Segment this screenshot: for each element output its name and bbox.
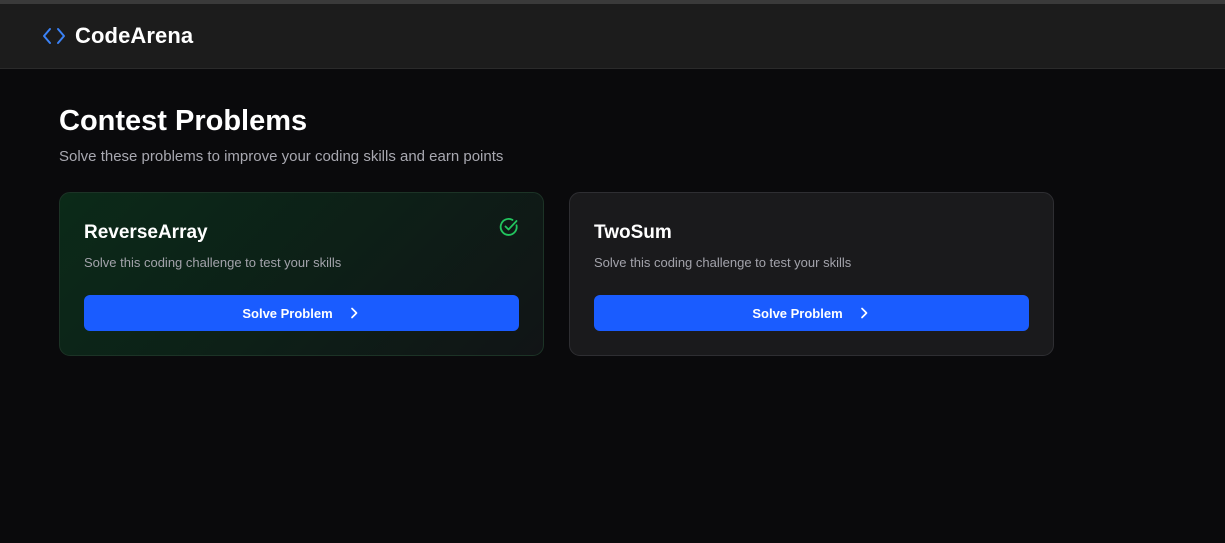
chevron-right-icon: [857, 306, 871, 320]
navbar: CodeArena: [0, 4, 1225, 69]
solve-problem-button[interactable]: Solve Problem: [84, 295, 519, 331]
problem-list: ReverseArray Solve this coding challenge…: [59, 192, 1159, 356]
main-content: Contest Problems Solve these problems to…: [59, 103, 1159, 356]
chevron-right-icon: [347, 306, 361, 320]
solve-problem-button[interactable]: Solve Problem: [594, 295, 1029, 331]
problem-description: Solve this coding challenge to test your…: [594, 255, 852, 270]
solve-button-label: Solve Problem: [752, 305, 843, 321]
brand-logo[interactable]: CodeArena: [42, 23, 193, 49]
solve-button-label: Solve Problem: [242, 305, 333, 321]
problem-card-twosum: TwoSum Solve this coding challenge to te…: [569, 192, 1054, 356]
check-circle-icon: [499, 217, 519, 237]
page-subtitle: Solve these problems to improve your cod…: [59, 148, 504, 165]
problem-title: ReverseArray: [84, 222, 208, 243]
problem-description: Solve this coding challenge to test your…: [84, 255, 342, 270]
problem-card-reversearray: ReverseArray Solve this coding challenge…: [59, 192, 544, 356]
problem-title: TwoSum: [594, 222, 672, 243]
page-title: Contest Problems: [59, 105, 308, 137]
brand-name: CodeArena: [75, 23, 194, 48]
code-brackets-icon: [42, 24, 66, 48]
